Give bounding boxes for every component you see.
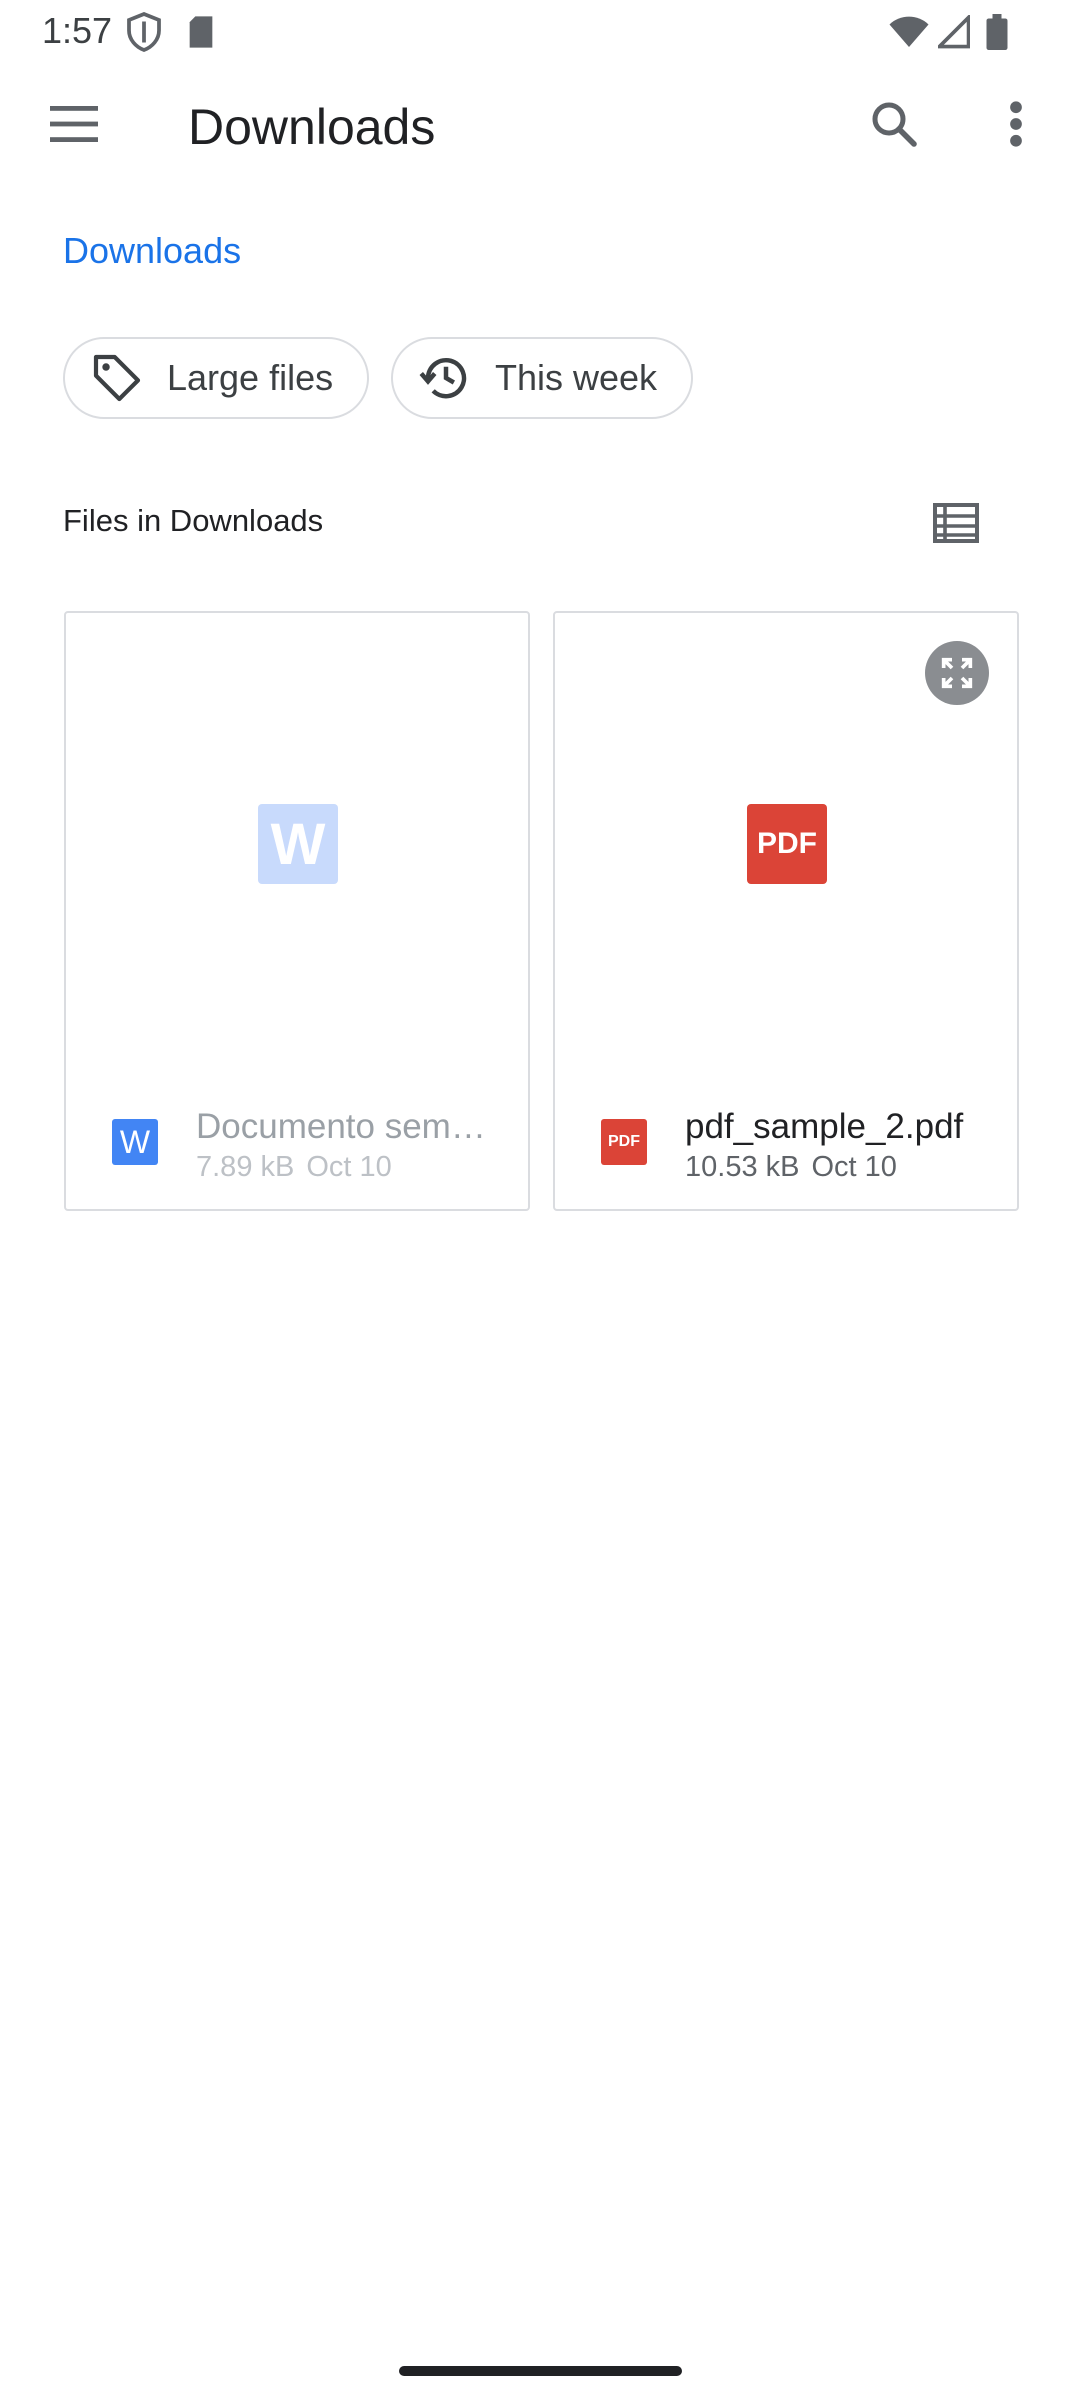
chip-label: Large files: [167, 357, 334, 398]
status-bar: 1:57: [0, 0, 1080, 64]
expand-preview-icon[interactable]: [925, 641, 989, 705]
top-app-bar: [0, 64, 1080, 190]
file-name: pdf_sample_2.pdf: [685, 1107, 964, 1146]
file-size: 10.53 kB: [685, 1151, 800, 1183]
sd-card-icon: [186, 12, 216, 52]
file-card-pdf-sample[interactable]: PDF PDF pdf_sample_2.pdf 10.53 kB Oct 10: [553, 611, 1019, 1211]
shield-icon: [126, 12, 162, 52]
chip-label: This week: [495, 357, 658, 398]
word-thumbnail: W: [258, 804, 338, 884]
status-time: 1:57: [42, 10, 113, 51]
word-icon-letter: W: [119, 1123, 151, 1160]
pdf-thumbnail-label: PDF: [757, 827, 817, 860]
page-title: Downloads: [188, 99, 436, 155]
word-thumbnail-letter: W: [270, 811, 326, 877]
cell-signal-icon: [938, 12, 970, 52]
file-date: Oct 10: [811, 1151, 897, 1183]
menu-icon[interactable]: [34, 84, 114, 164]
pdf-thumbnail: PDF: [747, 804, 827, 884]
list-view-icon[interactable]: [916, 488, 996, 558]
word-doc-icon: W: [112, 1119, 158, 1165]
file-date: Oct 10: [306, 1151, 392, 1183]
more-vert-icon[interactable]: [976, 84, 1056, 164]
breadcrumb-downloads[interactable]: Downloads: [63, 230, 241, 272]
search-icon[interactable]: [854, 84, 934, 164]
file-size: 7.89 kB: [196, 1151, 295, 1183]
tag-icon: [89, 350, 145, 406]
chip-this-week[interactable]: This week: [391, 337, 693, 419]
file-card-documento[interactable]: W W Documento sem… 7.89 kB Oct 10: [64, 611, 530, 1211]
section-title: Files in Downloads: [63, 503, 324, 538]
battery-icon: [986, 12, 1008, 52]
pdf-icon: PDF: [601, 1119, 647, 1165]
file-name: Documento sem…: [196, 1107, 486, 1146]
gesture-nav-handle[interactable]: [399, 2366, 682, 2376]
pdf-icon-label: PDF: [608, 1133, 640, 1150]
wifi-icon: [888, 12, 930, 52]
chip-large-files[interactable]: Large files: [63, 337, 369, 419]
history-icon: [419, 351, 473, 405]
